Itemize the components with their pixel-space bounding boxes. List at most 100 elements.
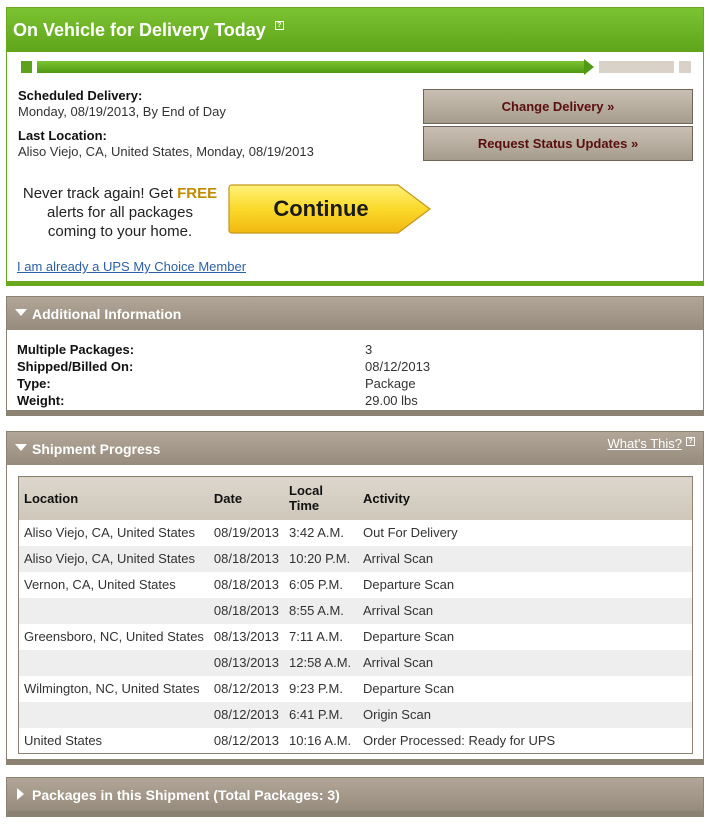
last-location-value: Aliso Viejo, CA, United States, Monday, … — [18, 144, 314, 159]
row-activity: Departure Scan — [363, 681, 455, 696]
row-time: 10:20 P.M. — [284, 545, 358, 572]
scheduled-delivery-value: Monday, 08/19/2013, By End of Day — [18, 104, 226, 119]
additional-information-section: Additional Information Multiple Packages… — [6, 296, 704, 416]
status-header: On Vehicle for Delivery Today ? — [7, 8, 703, 52]
row-location: Greensboro, NC, United States — [24, 629, 204, 644]
packages-section: Packages in this Shipment (Total Package… — [6, 777, 704, 817]
additional-information-title: Additional Information — [32, 306, 182, 322]
shipped-billed-value: 08/12/2013 — [365, 359, 431, 374]
table-row: Aliso Viejo, CA, United States 08/19/201… — [19, 520, 693, 546]
row-date: 08/18/2013 — [208, 545, 284, 572]
help-icon: ? — [686, 437, 695, 446]
shipment-progress-header[interactable]: Shipment Progress What's This?? — [7, 432, 703, 465]
column-activity: Activity — [358, 476, 693, 520]
row-location — [18, 597, 209, 624]
scheduled-delivery: Scheduled Delivery: Monday, 08/19/2013, … — [18, 88, 226, 120]
type-label: Type: — [17, 376, 51, 391]
row-time: 3:42 A.M. — [289, 525, 344, 540]
my-choice-member-link[interactable]: I am already a UPS My Choice Member — [17, 259, 246, 274]
delivery-progress-bar — [21, 59, 691, 75]
row-date: 08/19/2013 — [213, 525, 279, 540]
row-location: United States — [24, 732, 103, 748]
additional-information-header[interactable]: Additional Information — [7, 297, 703, 330]
row-time: 8:55 A.M. — [284, 597, 358, 624]
multiple-packages-value: 3 — [365, 342, 373, 357]
shipment-progress-section: Shipment Progress What's This?? Location… — [6, 431, 704, 765]
column-local-time-line-1: Local — [289, 483, 323, 499]
multiple-packages-label: Multiple Packages: — [17, 342, 135, 357]
row-activity: Departure Scan — [363, 577, 455, 592]
promo-line-1: Never track again! Get FREE — [15, 184, 225, 203]
promo-line-3: coming to your home. — [47, 223, 193, 240]
row-date: 08/13/2013 — [213, 629, 279, 644]
table-row: United States 08/12/2013 10:16 A.M. Orde… — [19, 728, 693, 754]
whats-this-label: What's This? — [607, 436, 683, 451]
continue-button[interactable]: Continue — [228, 184, 432, 236]
column-location: Location — [18, 476, 209, 520]
progress-end-segment — [679, 61, 691, 73]
table-row: 08/13/2013 12:58 A.M. Arrival Scan — [18, 649, 693, 676]
table-row: 08/12/2013 6:41 P.M. Origin Scan — [18, 701, 693, 728]
row-location — [18, 701, 209, 728]
status-title: On Vehicle for Delivery Today — [13, 20, 266, 40]
section-bottom-border — [6, 411, 704, 416]
table-row: Wilmington, NC, United States 08/12/2013… — [19, 676, 693, 702]
row-time: 10:16 A.M. — [289, 732, 352, 748]
progress-start-segment — [21, 61, 32, 73]
promo-text-prefix: Never track again! Get — [22, 185, 178, 202]
progress-arrow-icon — [584, 59, 594, 75]
promo-line-2: alerts for all packages — [47, 204, 193, 221]
delivery-status-panel: On Vehicle for Delivery Today ? Schedule… — [6, 7, 704, 286]
row-activity: Order Processed: Ready for UPS — [363, 732, 556, 748]
row-activity: Origin Scan — [358, 701, 693, 728]
table-row: Vernon, CA, United States 08/18/2013 6:0… — [19, 572, 693, 598]
whats-this-link[interactable]: What's This?? — [607, 436, 695, 451]
collapse-triangle-icon — [15, 309, 27, 316]
table-header-row: Location Date Local Time Activity — [18, 476, 693, 520]
change-delivery-button[interactable]: Change Delivery » — [423, 89, 693, 124]
section-bottom-border — [6, 760, 704, 765]
last-location-label: Last Location: — [18, 128, 107, 143]
weight-label: Weight: — [17, 393, 65, 408]
continue-label: Continue — [273, 196, 369, 221]
request-status-updates-button[interactable]: Request Status Updates » — [423, 126, 693, 161]
row-activity: Departure Scan — [363, 629, 455, 644]
row-time: 12:58 A.M. — [284, 649, 358, 676]
row-date: 08/12/2013 — [213, 681, 279, 696]
row-date: 08/13/2013 — [208, 649, 284, 676]
my-choice-promo: Never track again! Get FREE alerts for a… — [15, 184, 225, 241]
row-time: 7:11 A.M. — [289, 629, 343, 644]
shipment-progress-title: Shipment Progress — [32, 441, 161, 457]
expand-triangle-icon — [17, 788, 24, 800]
packages-header[interactable]: Packages in this Shipment (Total Package… — [7, 778, 703, 811]
row-date: 08/18/2013 — [208, 597, 284, 624]
last-location: Last Location: Aliso Viejo, CA, United S… — [18, 128, 314, 160]
row-activity: Arrival Scan — [358, 545, 693, 572]
row-time: 9:23 P.M. — [289, 681, 343, 696]
row-location — [18, 649, 209, 676]
row-date: 08/18/2013 — [213, 577, 279, 592]
progress-fill — [37, 61, 586, 73]
help-icon[interactable]: ? — [274, 21, 284, 30]
column-date: Date — [208, 476, 284, 520]
row-location: Aliso Viejo, CA, United States — [24, 525, 196, 540]
table-row: 08/18/2013 8:55 A.M. Arrival Scan — [18, 597, 693, 624]
row-time: 6:05 P.M. — [289, 577, 343, 592]
weight-value: 29.00 lbs — [365, 393, 418, 408]
row-time: 6:41 P.M. — [284, 701, 358, 728]
row-activity: Arrival Scan — [358, 649, 693, 676]
progress-remaining — [599, 61, 674, 73]
type-value: Package — [365, 376, 416, 391]
row-activity: Out For Delivery — [363, 525, 458, 540]
table-row: Greensboro, NC, United States 08/13/2013… — [19, 624, 693, 650]
row-location: Vernon, CA, United States — [24, 577, 176, 592]
row-date: 08/12/2013 — [208, 701, 284, 728]
collapse-triangle-icon — [15, 444, 27, 451]
column-local-time: Local Time — [284, 476, 358, 520]
table-row: Aliso Viejo, CA, United States 08/18/201… — [18, 545, 693, 572]
shipped-billed-label: Shipped/Billed On: — [17, 359, 134, 374]
section-bottom-border — [6, 812, 704, 817]
packages-title: Packages in this Shipment (Total Package… — [32, 787, 340, 803]
row-location: Wilmington, NC, United States — [24, 681, 200, 696]
promo-free: FREE — [177, 185, 218, 202]
